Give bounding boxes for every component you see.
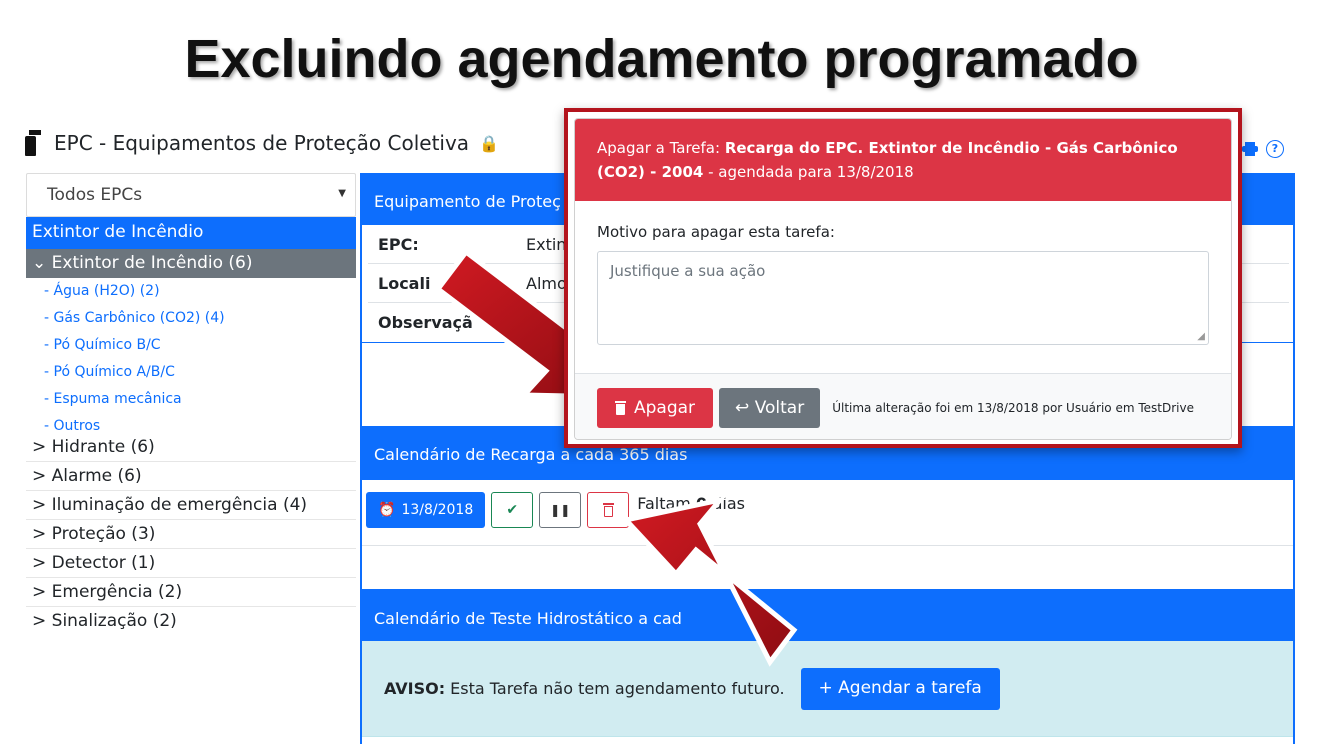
sidebar-category[interactable]: > Detector (1) [26, 549, 356, 578]
sidebar-category[interactable]: > Alarme (6) [26, 462, 356, 491]
sidebar-category[interactable]: > Proteção (3) [26, 520, 356, 549]
modal-footer: Apagar ↩ Voltar Última alteração foi em … [575, 373, 1231, 439]
modal-body: Motivo para apagar esta tarefa: Justifiq… [575, 201, 1231, 373]
check-icon: ✔ [506, 502, 519, 518]
no-schedule-warning: AVISO: Esta Tarefa não tem agendamento f… [362, 641, 1293, 737]
days-remaining-prefix: Faltam [637, 494, 691, 513]
delete-task-modal: Apagar a Tarefa: Recarga do EPC. Extinto… [574, 118, 1232, 440]
reason-placeholder: Justifique a sua ação [610, 262, 766, 280]
schedule-date-button[interactable]: ⏰ 13/8/2018 [366, 492, 486, 528]
hydrostatic-title-tail: s [749, 609, 759, 628]
slide-title: Excluindo agendamento programado [184, 29, 1139, 89]
pause-task-button[interactable]: ❚❚ [539, 492, 582, 528]
modal-header: Apagar a Tarefa: Recarga do EPC. Extinto… [575, 119, 1231, 201]
schedule-task-button[interactable]: + Agendar a tarefa [800, 667, 1000, 710]
trash-icon [602, 503, 614, 517]
page-header: EPC - Equipamentos de Proteção Coletiva … [20, 128, 499, 158]
info-key: EPC: [378, 234, 419, 254]
info-key: Observaçã [378, 313, 473, 332]
sidebar-category[interactable]: > Sinalização (2) [26, 607, 356, 636]
page-title: EPC - Equipamentos de Proteção Coletiva [54, 131, 470, 155]
fire-extinguisher-icon [20, 130, 42, 156]
hydrostatic-calendar-title: Calendário de Teste Hidrostático a cad s [362, 589, 1293, 641]
sidebar-category[interactable]: > Hidrante (6) [26, 433, 356, 462]
trash-icon [615, 400, 626, 415]
sidebar-subitem[interactable]: - Outros [26, 413, 356, 434]
epc-filter-value: Todos EPCs [47, 185, 143, 205]
sidebar-subitem[interactable]: - Espuma mecânica [26, 386, 356, 413]
days-remaining-count: 0 [695, 494, 708, 513]
modal-header-suffix: - agendada para 13/8/2018 [708, 163, 914, 181]
schedule-date-label: 13/8/2018 [401, 502, 474, 518]
sidebar: Todos EPCs ▼ Extintor de Incêndio ⌄ Exti… [26, 173, 356, 636]
epc-filter-select[interactable]: Todos EPCs ▼ [26, 173, 356, 217]
warning-label: AVISO: [384, 679, 446, 698]
days-remaining-suffix: dias [712, 494, 745, 513]
modal-header-prefix: Apagar a Tarefa: [597, 139, 721, 157]
back-button[interactable]: ↩ Voltar [719, 387, 821, 428]
info-key: Locali [378, 273, 431, 293]
help-icon[interactable]: ? [1266, 140, 1284, 158]
alarm-clock-icon: ⏰ [378, 502, 396, 518]
last-change-note: Última alteração foi em 13/8/2018 por Us… [832, 400, 1194, 415]
resize-grip-icon[interactable]: ◢ [1197, 331, 1205, 342]
pause-icon: ❚❚ [550, 503, 571, 517]
confirm-delete-label: Apagar [634, 397, 696, 418]
sidebar-subitem[interactable]: - Pó Químico A/B/C [26, 359, 356, 386]
calendar-spacer [362, 546, 1293, 589]
sidebar-category[interactable]: > Iluminação de emergência (4) [26, 491, 356, 520]
chevron-down-icon: ▼ [338, 188, 346, 199]
header-tools: ? [1242, 140, 1284, 158]
sidebar-subitem[interactable]: - Pó Químico B/C [26, 332, 356, 359]
reason-label: Motivo para apagar esta tarefa: [597, 223, 835, 241]
print-icon[interactable] [1242, 142, 1258, 156]
info-value: Extin [526, 234, 567, 254]
info-value: Almo [526, 273, 567, 293]
sidebar-category-active[interactable]: Extintor de Incêndio [26, 217, 356, 249]
sidebar-subitem[interactable]: - Água (H2O) (2) [26, 278, 356, 305]
highlight-frame: Apagar a Tarefa: Recarga do EPC. Extinto… [564, 108, 1242, 448]
lock-icon[interactable]: 🔒 [479, 134, 499, 153]
reason-textarea[interactable]: Justifique a sua ação ◢ [597, 251, 1209, 345]
recharge-calendar-row: ⏰ 13/8/2018 ✔ ❚❚ Faltam 0 dias [362, 480, 1293, 546]
delete-task-button[interactable] [587, 492, 630, 528]
sidebar-subitem[interactable]: - Gás Carbônico (CO2) (4) [26, 305, 356, 332]
warning-text: Esta Tarefa não tem agendamento futuro. [450, 679, 785, 698]
days-remaining: Faltam 0 dias [637, 492, 745, 513]
complete-task-button[interactable]: ✔ [491, 492, 534, 528]
sidebar-group-open[interactable]: ⌄ Extintor de Incêndio (6) [26, 249, 356, 278]
confirm-delete-button[interactable]: Apagar [597, 387, 714, 428]
hydrostatic-title-text: Calendário de Teste Hidrostático a cad [374, 609, 682, 628]
sidebar-category[interactable]: > Emergência (2) [26, 578, 356, 607]
